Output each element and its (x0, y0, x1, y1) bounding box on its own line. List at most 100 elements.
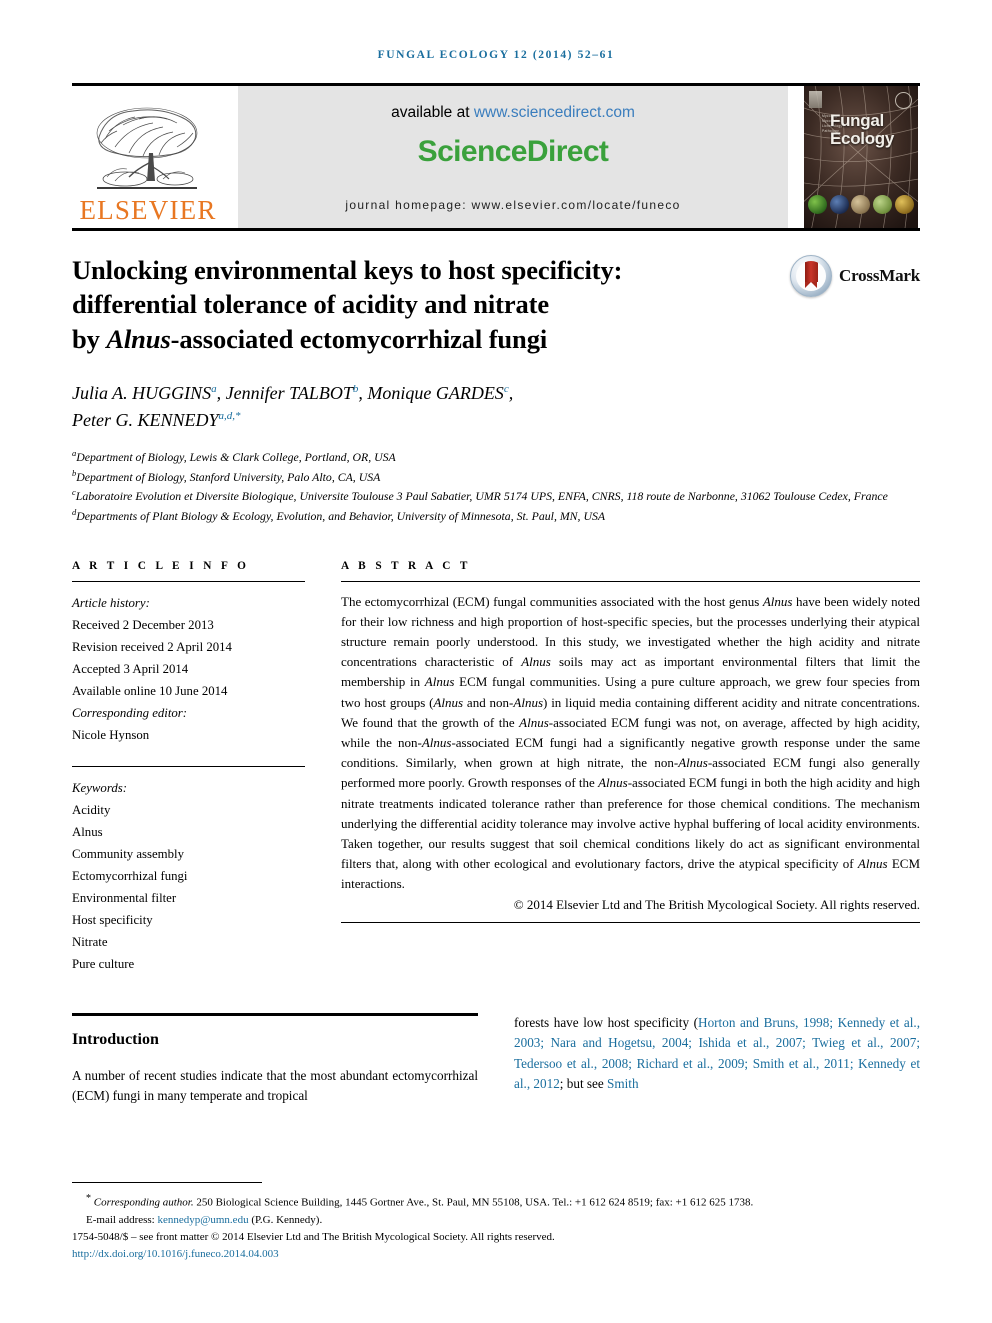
history-accepted: Accepted 3 April 2014 (72, 661, 189, 676)
author-1-name: Julia A. HUGGINS (72, 383, 212, 404)
journal-cover: Mycology Mycorrhiza Lichenology Patholog… (802, 86, 920, 228)
article-history: Article history: Received 2 December 201… (72, 592, 305, 746)
corresponding-editor-label: Corresponding editor: (72, 705, 188, 720)
affiliation-b-text: Department of Biology, Stanford Universi… (76, 469, 381, 484)
author-3-sep: , (508, 383, 514, 404)
history-revision: Revision received 2 April 2014 (72, 639, 232, 654)
crossmark-icon-inner (796, 261, 826, 291)
affiliation-c: cLaboratoire Evolution et Diversite Biol… (72, 486, 920, 506)
footnote-marker: * (86, 1193, 91, 1205)
footnote-corresponding-author: * Corresponding author. 250 Biological S… (72, 1191, 920, 1212)
title-line-2: differential tolerance of acidity and ni… (72, 289, 550, 320)
keyword-item: Nitrate (72, 934, 108, 949)
elsevier-wordmark: ELSEVIER (79, 195, 217, 225)
author-2-sep: , (358, 383, 368, 404)
available-at-label: available at (391, 104, 470, 121)
sciencedirect-logo-science: Science (417, 135, 528, 168)
author-2: Jennifer TALBOTb, (226, 383, 368, 403)
affiliation-c-text: Laboratoire Evolution et Diversite Biolo… (75, 489, 888, 504)
title-row: Unlocking environmental keys to host spe… (72, 253, 920, 356)
history-available-online: Available online 10 June 2014 (72, 683, 228, 698)
cover-title-line2: Ecology (830, 128, 895, 148)
intro-right-prefix: forests have low host specificity ( (514, 1014, 699, 1030)
affiliation-b: bDepartment of Biology, Stanford Univers… (72, 467, 920, 487)
footnote-email: E-mail address: kennedyp@umn.edu (P.G. K… (72, 1212, 920, 1229)
keyword-item: Environmental filter (72, 890, 177, 905)
masthead: ELSEVIER available at www.sciencedirect.… (72, 86, 920, 228)
available-at-line: available at www.sciencedirect.com (391, 104, 635, 122)
sciencedirect-url-link[interactable]: www.sciencedirect.com (474, 104, 635, 121)
cover-title-line1: Fungal (830, 111, 884, 130)
title-line-1: Unlocking environmental keys to host spe… (72, 255, 623, 285)
abstract-bottom-rule (341, 921, 920, 923)
article-info-heading: A R T I C L E I N F O (72, 559, 250, 572)
introduction-rule (72, 1012, 478, 1016)
author-4-name: Peter G. KENNEDY (72, 410, 219, 431)
email-owner: (P.G. Kennedy). (251, 1213, 323, 1226)
page-title: Unlocking environmental keys to host spe… (72, 253, 778, 356)
cover-specimen-row (804, 195, 918, 214)
doi-link[interactable]: http://dx.doi.org/10.1016/j.funeco.2014.… (72, 1248, 279, 1260)
crossmark-icon (790, 255, 832, 297)
crossmark-badge[interactable]: CrossMark (778, 253, 920, 297)
keyword-item: Acidity (72, 802, 111, 817)
running-head: Fungal Ecology 12 (2014) 52–61 (377, 49, 615, 61)
footnotes: * Corresponding author. 250 Biological S… (72, 1182, 920, 1263)
author-2-name: Jennifer TALBOT (225, 383, 353, 404)
sciencedirect-logo-direct: Direct (526, 135, 609, 168)
author-4: Peter G. KENNEDYa,d,* (72, 410, 241, 430)
email-link[interactable]: kennedyp@umn.edu (157, 1214, 248, 1226)
footnote-rule (72, 1182, 262, 1184)
footnote-corresponding-label: Corresponding author. (93, 1196, 194, 1209)
author-1-sep: , (216, 383, 226, 404)
footnote-corresponding-address: 250 Biological Science Building, 1445 Go… (196, 1196, 754, 1209)
cover-specimen-1 (808, 195, 828, 214)
intro-right-middle: ; but see (559, 1076, 608, 1092)
affiliation-d: dDepartments of Plant Biology & Ecology,… (72, 506, 920, 526)
cover-specimen-3 (851, 195, 871, 214)
author-1: Julia A. HUGGINSa, (72, 383, 226, 403)
sciencedirect-logo[interactable]: ScienceDirect (418, 135, 609, 169)
affiliation-a-text: Department of Biology, Lewis & Clark Col… (76, 450, 396, 465)
abstract-text: The ectomycorrhizal (ECM) fungal communi… (341, 593, 921, 892)
title-genus-alnus: Alnus (106, 323, 171, 354)
affiliation-d-text: Departments of Plant Biology & Ecology, … (76, 508, 606, 523)
author-4-affil-marker[interactable]: a,d,* (219, 410, 241, 422)
cover-publisher-logo-icon (809, 91, 822, 108)
elsevier-logo: ELSEVIER (72, 86, 224, 228)
keyword-item: Community assembly (72, 846, 184, 861)
introduction-paragraph-left: A number of recent studies indicate that… (72, 1067, 478, 1104)
crossmark-label: CrossMark (839, 266, 920, 285)
introduction-paragraph-right: forests have low host specificity (Horto… (514, 1013, 920, 1096)
crossmark-ribbon-icon (805, 261, 818, 288)
info-abstract-section: A R T I C L E I N F O Article history: R… (72, 560, 920, 975)
keyword-item: Alnus (72, 824, 103, 839)
cover-journal-title: Fungal Ecology (830, 112, 894, 147)
elsevier-tree-icon (89, 103, 207, 195)
cover-sidetext: Mycology Mycorrhiza Lichenology Patholog… (822, 114, 842, 133)
cover-specimen-5 (894, 195, 914, 214)
cover-society-logo-icon (895, 92, 912, 109)
keywords-list: Keywords: Acidity Alnus Community assemb… (72, 777, 305, 975)
author-list: Julia A. HUGGINSa, Jennifer TALBOTb, Mon… (72, 380, 920, 434)
footnote-issn-copyright: 1754-5048/$ – see front matter © 2014 El… (72, 1230, 555, 1243)
email-label: E-mail address: (86, 1213, 155, 1226)
abstract-column: A B S T R A C T The ectomycorrhizal (ECM… (341, 560, 920, 975)
introduction-heading: Introduction (72, 1030, 159, 1048)
article-page: Fungal Ecology 12 (2014) 52–61 (0, 0, 992, 1323)
title-line-3-prefix: by (72, 323, 107, 354)
abstract-heading: A B S T R A C T (341, 559, 471, 572)
title-line-3-suffix: -associated ectomycorrhizal fungi (170, 323, 548, 354)
journal-homepage-line[interactable]: journal homepage: www.elsevier.com/locat… (238, 198, 788, 212)
sciencedirect-panel: available at www.sciencedirect.com Scien… (238, 86, 788, 228)
affiliation-a: aDepartment of Biology, Lewis & Clark Co… (72, 447, 920, 467)
body-column-left: Introduction A number of recent studies … (72, 1012, 478, 1107)
keywords-rule (72, 765, 305, 767)
citation-smith[interactable]: Smith (607, 1076, 639, 1091)
keywords-block: Keywords: Acidity Alnus Community assemb… (72, 765, 305, 975)
keyword-item: Ectomycorrhizal fungi (72, 868, 188, 883)
affiliation-list: aDepartment of Biology, Lewis & Clark Co… (72, 447, 920, 525)
footnote-doi: http://dx.doi.org/10.1016/j.funeco.2014.… (72, 1246, 920, 1263)
author-3-name: Monique GARDES (367, 383, 504, 404)
keyword-item: Pure culture (72, 956, 135, 971)
